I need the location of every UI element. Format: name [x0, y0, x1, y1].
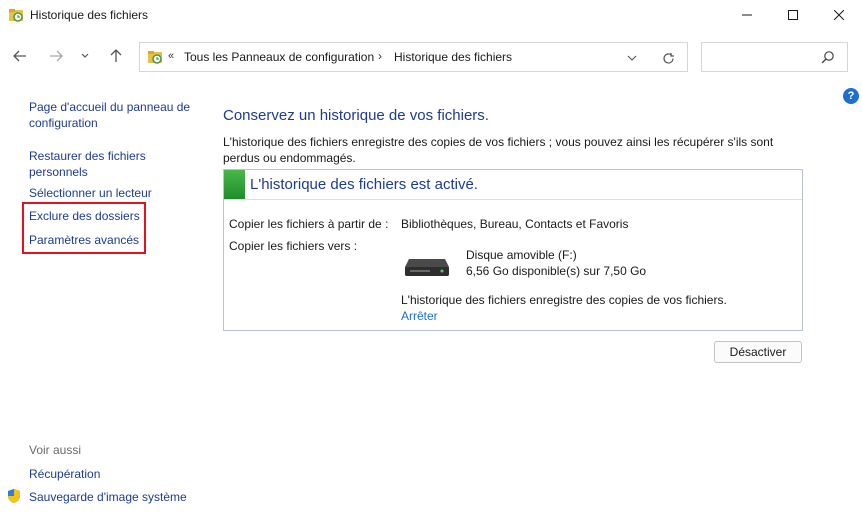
refresh-icon[interactable]: [658, 49, 678, 67]
copy-from-value: Bibliothèques, Bureau, Contacts et Favor…: [401, 217, 629, 231]
drive-space: 6,56 Go disponible(s) sur 7,50 Go: [466, 264, 647, 278]
breadcrumb-file-history[interactable]: Historique des fichiers: [394, 50, 512, 64]
stop-link[interactable]: Arrêter: [401, 309, 438, 323]
sidebar-item-recovery[interactable]: Récupération: [29, 466, 100, 482]
removable-drive-icon: [404, 257, 450, 277]
file-history-icon: [8, 7, 24, 23]
title-bar: Historique des fichiers: [0, 0, 862, 30]
close-button[interactable]: [816, 0, 862, 30]
breadcrumb-all-control-panel[interactable]: Tous les Panneaux de configuration: [184, 50, 374, 64]
drive-name: Disque amovible (F:): [466, 248, 577, 262]
status-title: L'historique des fichiers est activé.: [250, 176, 478, 193]
status-panel: L'historique des fichiers est activé. Co…: [223, 169, 803, 331]
uac-shield-icon: [6, 488, 22, 504]
minimize-button[interactable]: [724, 0, 770, 30]
copy-from-label: Copier les fichiers à partir de :: [229, 217, 389, 231]
maximize-button[interactable]: [770, 0, 816, 30]
sidebar-item-select-drive[interactable]: Sélectionner un lecteur: [29, 185, 152, 201]
recent-locations-button[interactable]: [76, 44, 94, 68]
copy-to-label: Copier les fichiers vers :: [229, 239, 358, 253]
chevron-down-icon[interactable]: [622, 49, 642, 67]
sidebar-item-control-panel-home[interactable]: Page d'accueil du panneau de configurati…: [29, 99, 199, 131]
file-history-icon: [147, 49, 163, 65]
breadcrumb-separator[interactable]: ›: [378, 49, 382, 63]
window-title: Historique des fichiers: [30, 8, 149, 22]
sidebar-item-system-image-backup[interactable]: Sauvegarde d'image système: [29, 489, 187, 505]
search-icon: [821, 50, 837, 66]
status-indicator: [224, 170, 245, 199]
deactivate-button[interactable]: Désactiver: [714, 341, 802, 363]
navigation-bar: « Tous les Panneaux de configuration › H…: [0, 40, 862, 74]
page-description: L'historique des fichiers enregistre des…: [223, 135, 774, 165]
help-icon[interactable]: ?: [843, 88, 859, 104]
sidebar-item-restore-files[interactable]: Restaurer des fichiers personnels: [29, 148, 179, 180]
highlight-annotation: [22, 202, 146, 254]
search-input[interactable]: [701, 42, 848, 72]
up-button[interactable]: [104, 44, 128, 68]
status-note: L'historique des fichiers enregistre des…: [401, 293, 727, 307]
status-panel-header: L'historique des fichiers est activé.: [224, 170, 802, 200]
forward-button[interactable]: [44, 44, 68, 68]
breadcrumb-overflow-button[interactable]: «: [168, 50, 174, 62]
address-bar[interactable]: « Tous les Panneaux de configuration › H…: [139, 42, 688, 72]
back-button[interactable]: [8, 44, 32, 68]
see-also-heading: Voir aussi: [29, 443, 82, 457]
page-title: Conservez un historique de vos fichiers.: [223, 107, 489, 124]
